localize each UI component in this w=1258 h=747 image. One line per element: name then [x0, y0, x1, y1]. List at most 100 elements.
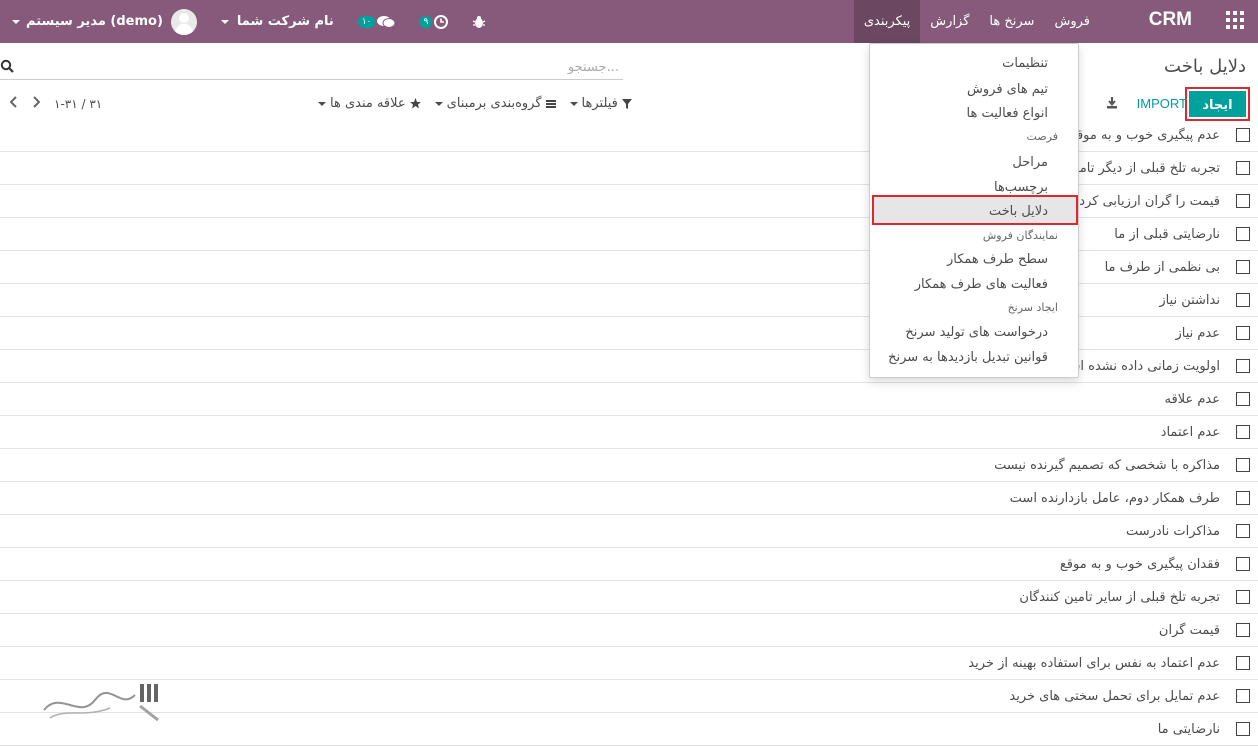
messages-badge: ۱۰ [357, 15, 376, 28]
watermark-logo [40, 680, 170, 725]
row-checkbox[interactable] [1236, 227, 1250, 241]
messages-menu[interactable]: ۱۰ [357, 15, 396, 29]
dropdown-menu-item[interactable]: درخواست های تولید سرنخ [905, 325, 1048, 340]
table-row[interactable]: عدم اعتماد [0, 416, 1258, 449]
comments-icon [377, 15, 396, 28]
app-brand: CRM [1148, 9, 1192, 30]
dropdown-menu-item[interactable]: سطح طرف همکار [947, 252, 1048, 267]
dropdown-menu-item[interactable]: فعالیت های طرف همکار [915, 277, 1048, 292]
table-row[interactable]: طرف همکار دوم، عامل بازدارنده است [0, 482, 1258, 515]
row-checkbox[interactable] [1236, 359, 1250, 373]
row-checkbox[interactable] [1236, 557, 1250, 571]
chevron-left-icon[interactable] [9, 96, 18, 111]
chevron-down-icon [12, 19, 20, 24]
search-input[interactable]: جستجو... [568, 60, 619, 75]
filter-icon [621, 98, 632, 109]
apps-menu-icon[interactable] [1226, 11, 1244, 29]
star-icon [409, 98, 421, 109]
row-checkbox[interactable] [1236, 722, 1250, 736]
favorites-dropdown[interactable]: علاقه مندی ها [318, 96, 421, 111]
import-button[interactable]: IMPORT [1137, 96, 1187, 111]
row-name[interactable]: عدم تمایل برای تحمل سختی های خرید [1009, 689, 1220, 704]
table-row[interactable]: مذاکرات نادرست [0, 515, 1258, 548]
groupby-label: گروه‌بندی برمبنای [446, 96, 542, 111]
user-name: مدیر سیستم (demo) [26, 14, 163, 29]
download-icon[interactable] [1106, 96, 1118, 113]
table-row[interactable]: تجربه تلخ قبلی از سایر تامین کنندگان [0, 581, 1258, 614]
activity-menu[interactable]: ۹ [419, 14, 449, 29]
menu-leads[interactable]: سرنخ ها [979, 0, 1044, 43]
table-row[interactable]: عدم علاقه [0, 383, 1258, 416]
table-row[interactable]: عدم اعتماد به نفس برای استفاده بهینه از … [0, 647, 1258, 680]
row-checkbox[interactable] [1236, 161, 1250, 175]
chevron-down-icon [220, 19, 229, 24]
row-checkbox[interactable] [1236, 425, 1250, 439]
configuration-dropdown: تنظیمات تیم های فروش انواع فعالیت ها فرصت مر… [869, 43, 1079, 378]
dropdown-menu-item[interactable]: قوانین تبدیل بازدیدها به سرنخ [888, 350, 1048, 365]
row-checkbox[interactable] [1236, 293, 1250, 307]
dropdown-menu-item[interactable]: مراحل [1012, 155, 1048, 170]
row-name[interactable]: عدم اعتماد به نفس برای استفاده بهینه از … [968, 656, 1220, 671]
top-navbar: CRM فروش سرنخ ها گزارش پیکربندی مدیر سیس… [0, 0, 1258, 43]
menu-configuration[interactable]: پیکربندی [853, 0, 921, 43]
activity-badge: ۹ [419, 15, 433, 28]
search-icon[interactable] [0, 59, 14, 77]
row-checkbox[interactable] [1236, 524, 1250, 538]
pager-value[interactable]: ۱-۳۱ / ۳۱ [54, 97, 102, 111]
dropdown-menu-item[interactable]: انواع فعالیت ها [967, 106, 1049, 121]
row-checkbox[interactable] [1236, 656, 1250, 670]
user-menu[interactable]: مدیر سیستم (demo) [12, 8, 197, 35]
dropdown-menu-item[interactable]: دلایل باخت [989, 204, 1048, 219]
row-name[interactable]: نارضایتی ما [1158, 722, 1220, 737]
clock-icon [434, 14, 449, 29]
row-checkbox[interactable] [1236, 458, 1250, 472]
dropdown-menu-item[interactable]: تیم های فروش [967, 82, 1048, 97]
bug-icon [473, 15, 486, 28]
row-checkbox[interactable] [1236, 392, 1250, 406]
row-checkbox[interactable] [1236, 260, 1250, 274]
groupby-dropdown[interactable]: گروه‌بندی برمبنای [434, 96, 556, 111]
row-name[interactable]: تجربه تلخ قبلی از سایر تامین کنندگان [1019, 590, 1220, 605]
row-checkbox[interactable] [1236, 194, 1250, 208]
table-row[interactable]: نارضایتی ما [0, 713, 1258, 746]
table-row[interactable]: فقدان پیگیری خوب و به موقع [0, 548, 1258, 581]
menu-sales[interactable]: فروش [1044, 0, 1100, 43]
row-name[interactable]: مذاکره با شخصی که تصمیم گیرنده نیست [994, 458, 1220, 473]
row-checkbox[interactable] [1236, 689, 1250, 703]
chevron-down-icon [318, 101, 326, 106]
row-name[interactable]: فقدان پیگیری خوب و به موقع [1060, 557, 1220, 572]
table-row[interactable]: قیمت گران [0, 614, 1258, 647]
row-name[interactable]: قیمت را گران ارزیابی کردن [1070, 194, 1220, 209]
filters-dropdown[interactable]: فیلترها [569, 96, 632, 111]
row-name[interactable]: طرف همکار دوم، عامل بازدارنده است [1010, 491, 1220, 506]
pager: ۱-۳۱ / ۳۱ [9, 96, 102, 111]
row-name[interactable]: مذاکرات نادرست [1126, 524, 1220, 539]
row-name[interactable]: اولویت زمانی داده نشده است [1057, 359, 1220, 374]
menu-report[interactable]: گزارش [920, 0, 979, 43]
row-checkbox[interactable] [1236, 623, 1250, 637]
company-switcher[interactable]: نام شرکت شما [220, 14, 334, 29]
row-name[interactable]: عدم پیگیری خوب و به موقع [1070, 128, 1220, 143]
dropdown-menu-item[interactable]: تنظیمات [1002, 56, 1048, 71]
row-checkbox[interactable] [1236, 326, 1250, 340]
dropdown-menu-item[interactable]: برچسب‌ها [994, 180, 1048, 195]
main-menu: فروش سرنخ ها گزارش پیکربندی [853, 0, 1100, 43]
row-name[interactable]: قیمت گران [1159, 623, 1220, 638]
navbar-systray: مدیر سیستم (demo) نام شرکت شما ۱۰ ۹ [0, 0, 486, 43]
table-row[interactable]: عدم تمایل برای تحمل سختی های خرید [0, 680, 1258, 713]
row-name[interactable]: بی نظمی از طرف ما [1105, 260, 1220, 275]
row-name[interactable]: نارضایتی قبلی از ما [1114, 227, 1220, 242]
row-checkbox[interactable] [1236, 128, 1250, 142]
row-checkbox[interactable] [1236, 590, 1250, 604]
row-name[interactable]: عدم نیاز [1175, 326, 1220, 341]
debug-menu[interactable] [472, 15, 486, 29]
table-row[interactable]: مذاکره با شخصی که تصمیم گیرنده نیست [0, 449, 1258, 482]
chevron-right-icon[interactable] [32, 96, 41, 111]
chevron-down-icon [569, 101, 578, 106]
row-checkbox[interactable] [1236, 491, 1250, 505]
search-bar[interactable]: جستجو... [0, 54, 623, 80]
row-name[interactable]: عدم اعتماد [1161, 425, 1220, 440]
create-button[interactable]: ایجاد [1185, 87, 1250, 121]
row-name[interactable]: عدم علاقه [1165, 392, 1220, 407]
row-name[interactable]: نداشتن نیاز [1159, 293, 1220, 308]
